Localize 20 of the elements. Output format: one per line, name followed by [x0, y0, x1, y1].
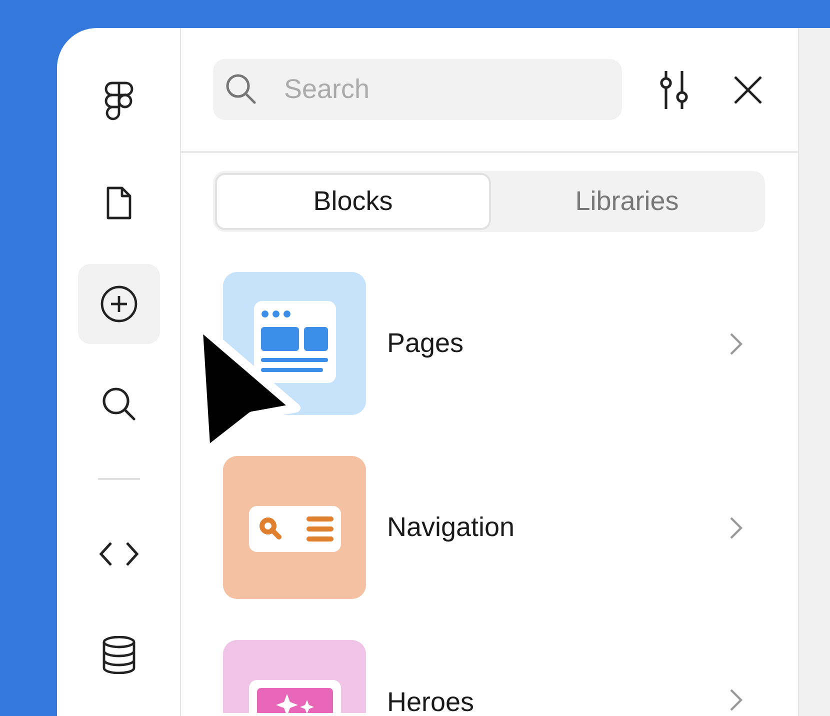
category-label: Navigation	[387, 511, 516, 544]
chevron-icon	[729, 688, 743, 712]
sidebar-item[interactable]	[78, 264, 160, 344]
category-label: Heroes	[387, 686, 476, 713]
block-category[interactable]: Heroes	[223, 640, 743, 713]
tab[interactable]: Libraries	[491, 173, 763, 230]
search-field[interactable]: Search	[213, 59, 622, 120]
file-icon	[104, 184, 132, 221]
block-category[interactable]: Navigation	[223, 456, 743, 599]
close-button[interactable]	[732, 74, 764, 106]
category-label: Pages	[387, 327, 465, 360]
tab[interactable]: Blocks	[215, 173, 491, 230]
chevron-icon	[729, 516, 743, 540]
code-icon	[98, 541, 138, 568]
add-icon	[100, 284, 138, 323]
database-icon	[102, 636, 136, 674]
search-icon	[223, 71, 259, 107]
chevron-icon	[729, 332, 743, 356]
search-icon	[100, 386, 136, 422]
logo-icon	[104, 80, 134, 123]
